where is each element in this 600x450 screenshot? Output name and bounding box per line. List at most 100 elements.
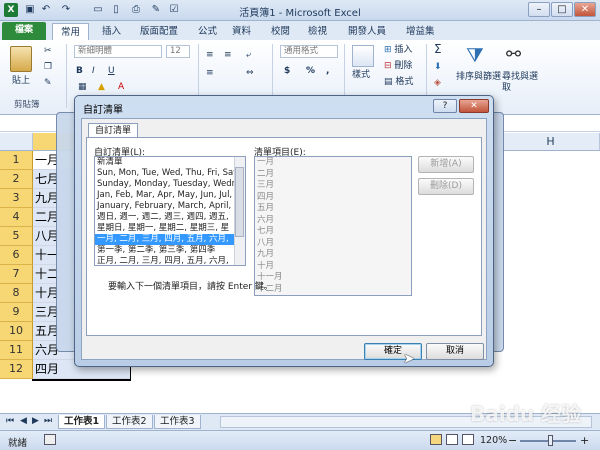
close-button[interactable]: ✕: [574, 2, 596, 17]
tab-file[interactable]: 檔案: [2, 22, 46, 40]
custom-list-item[interactable]: Sunday, Monday, Tuesday, Wednesday: [95, 179, 245, 190]
add-button[interactable]: 新增(A): [418, 156, 474, 173]
delete-cells-button[interactable]: ⊟ 刪除: [384, 61, 412, 72]
last-sheet-icon[interactable]: ⏭: [44, 416, 52, 427]
row-header[interactable]: 10: [0, 322, 33, 341]
list-entries-box[interactable]: 一月 二月 三月 四月 五月 六月 七月 八月 九月 十月 十一月 十二月: [254, 156, 412, 296]
sort-filter-icon: ⧩: [466, 43, 484, 67]
fill-icon[interactable]: ⬇: [434, 62, 442, 73]
lists-scroll-thumb[interactable]: [235, 167, 244, 237]
custom-list-item[interactable]: Sun, Mon, Tue, Wed, Thu, Fri, Sat: [95, 168, 245, 179]
custom-list-item[interactable]: 正月, 二月, 三月, 四月, 五月, 六月,: [95, 256, 245, 265]
zoom-out-button[interactable]: −: [508, 434, 517, 447]
minimize-button[interactable]: –: [528, 2, 550, 17]
currency-button[interactable]: $: [284, 66, 290, 77]
macro-record-icon[interactable]: [44, 434, 56, 445]
row-header[interactable]: 4: [0, 208, 33, 227]
row-header[interactable]: 11: [0, 341, 33, 360]
row-header[interactable]: 1: [0, 151, 33, 170]
dialog-close-button[interactable]: ✕: [459, 99, 489, 113]
autosum-button[interactable]: Σ: [434, 43, 442, 55]
custom-list-item[interactable]: 星期日, 星期一, 星期二, 星期三, 星: [95, 223, 245, 234]
font-name-combo[interactable]: 新細明體: [74, 45, 162, 58]
sheet-tab-1[interactable]: 工作表1: [58, 415, 106, 429]
borders-icon[interactable]: ▦: [78, 82, 87, 93]
custom-list-item[interactable]: 一月, 二月, 三月, 四月, 五月, 六月,: [95, 234, 245, 245]
sheet-tab-3[interactable]: 工作表3: [154, 415, 201, 429]
list-entry: 七月: [257, 226, 275, 236]
row-header[interactable]: 7: [0, 265, 33, 284]
clipboard-group-label: 剪貼簿: [14, 100, 40, 110]
list-entry: 九月: [257, 249, 275, 259]
bold-button[interactable]: B: [76, 66, 83, 77]
cancel-button[interactable]: 取消: [426, 343, 484, 360]
tab-developer[interactable]: 開發人員: [340, 23, 394, 40]
fill-color-icon[interactable]: ▲: [98, 82, 105, 93]
select-all-corner[interactable]: [0, 133, 33, 151]
row-header[interactable]: 12: [0, 360, 33, 379]
paste-button[interactable]: 貼上: [12, 76, 30, 87]
insert-cells-button[interactable]: ⊞ 插入: [384, 45, 412, 56]
row-header[interactable]: 6: [0, 246, 33, 265]
format-painter-ribbon-icon[interactable]: ✎: [44, 78, 52, 89]
custom-list-item[interactable]: January, February, March, April, May,: [95, 201, 245, 212]
merge-icon[interactable]: ⇔: [246, 68, 254, 79]
font-color-icon[interactable]: A: [118, 82, 124, 93]
find-select-button[interactable]: 尋找與選取: [502, 72, 542, 94]
first-sheet-icon[interactable]: ⏮: [6, 416, 14, 427]
align-left-icon[interactable]: ≡: [206, 68, 214, 79]
cut-icon[interactable]: ✂: [44, 46, 52, 57]
comma-button[interactable]: ,: [326, 66, 329, 77]
percent-button[interactable]: %: [306, 66, 315, 77]
copy-icon[interactable]: ❐: [44, 62, 52, 73]
normal-view-icon[interactable]: [430, 434, 442, 445]
find-select-icon: ⚯: [506, 44, 522, 65]
tab-insert[interactable]: 插入: [94, 23, 129, 40]
zoom-level[interactable]: 120%: [480, 435, 507, 446]
row-header[interactable]: 3: [0, 189, 33, 208]
custom-list-item[interactable]: 新清單: [95, 157, 245, 168]
zoom-thumb[interactable]: [548, 435, 553, 446]
zoom-in-button[interactable]: +: [580, 434, 589, 447]
dialog-help-button[interactable]: ?: [433, 99, 457, 113]
next-sheet-icon[interactable]: ▶: [32, 416, 39, 427]
row-header[interactable]: 5: [0, 227, 33, 246]
tab-addins[interactable]: 增益集: [398, 23, 443, 40]
tab-data[interactable]: 資料: [224, 23, 259, 40]
font-size-combo[interactable]: 12: [166, 45, 190, 58]
prev-sheet-icon[interactable]: ◀: [20, 416, 27, 427]
tab-page-layout[interactable]: 版面配置: [132, 23, 186, 40]
row-header[interactable]: 9: [0, 303, 33, 322]
clear-icon[interactable]: ◈: [434, 78, 441, 89]
delete-cells-label: 刪除: [394, 61, 413, 71]
italic-button[interactable]: I: [92, 66, 95, 77]
row-header[interactable]: 8: [0, 284, 33, 303]
delete-button[interactable]: 刪除(D): [418, 178, 474, 195]
row-header[interactable]: 2: [0, 170, 33, 189]
underline-button[interactable]: U: [108, 66, 115, 77]
tab-formulas[interactable]: 公式: [190, 23, 225, 40]
sheet-tab-2[interactable]: 工作表2: [106, 415, 153, 429]
column-header-H[interactable]: H: [502, 133, 600, 151]
custom-list-item[interactable]: 週日, 週一, 週二, 週三, 週四, 週五,: [95, 212, 245, 223]
custom-list-item[interactable]: 第一季, 第二季, 第三季, 第四季: [95, 245, 245, 256]
custom-lists-listbox[interactable]: 新清單 Sun, Mon, Tue, Wed, Thu, Fri, Sat Sund…: [94, 156, 246, 266]
page-break-view-icon[interactable]: [462, 434, 474, 445]
align-center-icon[interactable]: ≡: [224, 50, 232, 61]
tab-view[interactable]: 檢視: [300, 23, 335, 40]
sort-filter-button[interactable]: 排序與篩選: [456, 72, 501, 83]
dialog-tab[interactable]: 自訂清單: [88, 123, 139, 138]
title-bar: X ▣ ↶ ↷ ▭ ▯ ⎙ ✎ ☑ 活頁簿1 - Microsoft Excel…: [0, 0, 600, 21]
tab-review[interactable]: 校閱: [263, 23, 298, 40]
list-entry: 二月: [257, 168, 275, 179]
align-top-icon[interactable]: ≡: [206, 50, 214, 61]
wrap-text-icon[interactable]: ⤶: [246, 50, 251, 61]
list-entry: 六月: [257, 214, 275, 225]
tab-home[interactable]: 常用: [52, 23, 90, 40]
styles-button[interactable]: 樣式: [352, 70, 370, 81]
page-layout-view-icon[interactable]: [446, 434, 458, 445]
format-cells-button[interactable]: ▤ 格式: [384, 77, 413, 88]
number-format-combo[interactable]: 通用格式: [280, 45, 338, 58]
custom-list-item[interactable]: Jan, Feb, Mar, Apr, May, Jun, Jul, Aug: [95, 190, 245, 201]
maximize-button[interactable]: □: [551, 2, 573, 17]
